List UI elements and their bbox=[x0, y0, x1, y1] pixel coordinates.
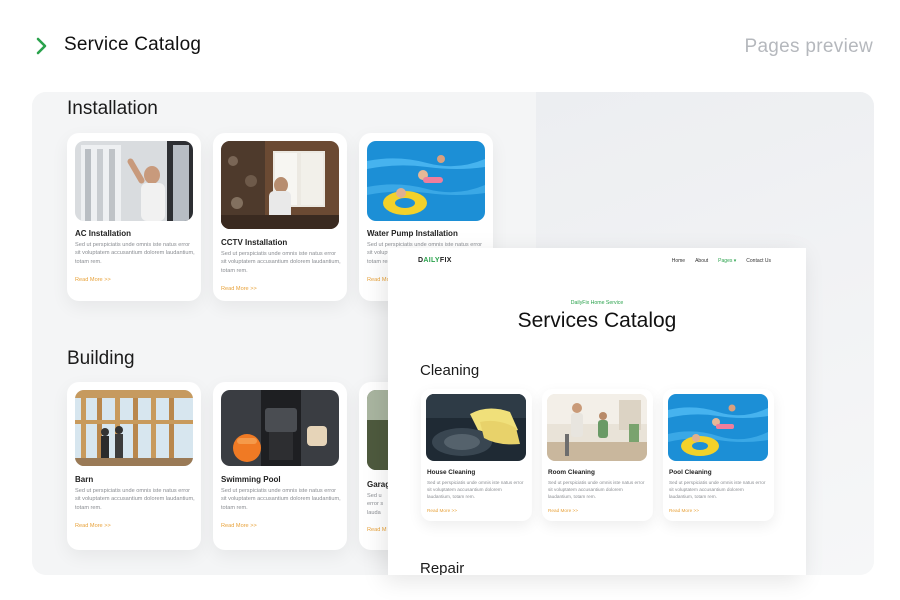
card-title: Room Cleaning bbox=[548, 469, 595, 476]
house-cleaning-photo bbox=[426, 394, 526, 461]
read-more-link[interactable]: Read More >> bbox=[221, 523, 257, 529]
card-description: Sed ut perspiciatis unde omnis iste natu… bbox=[75, 488, 195, 511]
service-card-house-cleaning[interactable]: House Cleaning Sed ut perspiciatis unde … bbox=[421, 389, 532, 521]
site-logo[interactable]: DAILYFIX bbox=[418, 257, 452, 264]
service-card-swimming-pool[interactable]: Swimming Pool Sed ut perspiciatis unde o… bbox=[213, 382, 347, 550]
service-card-barn[interactable]: Barn Sed ut perspiciatis unde omnis iste… bbox=[67, 382, 201, 550]
service-card-pool-cleaning[interactable]: Pool Cleaning Sed ut perspiciatis unde o… bbox=[663, 389, 774, 521]
pages-preview-label: Pages preview bbox=[744, 36, 873, 57]
card-description: Sed ut perspiciatis unde omnis iste natu… bbox=[75, 242, 195, 265]
card-title: Swimming Pool bbox=[221, 475, 281, 484]
chevron-down-icon: ▾ bbox=[733, 258, 737, 264]
read-more-link[interactable]: Read More >> bbox=[75, 277, 111, 283]
nav-contact-us[interactable]: Contact Us bbox=[746, 258, 771, 264]
card-title: CCTV Installation bbox=[221, 238, 288, 247]
section-heading-installation: Installation bbox=[67, 98, 158, 119]
card-description: Sed u error s lauda bbox=[367, 493, 384, 516]
read-more-link[interactable]: Read More >> bbox=[427, 508, 457, 513]
card-description: Sed ut perspiciatis unde omnis iste natu… bbox=[221, 251, 341, 274]
section-heading-repair: Repair bbox=[420, 560, 465, 575]
section-heading-cleaning: Cleaning bbox=[420, 362, 480, 379]
card-title: House Cleaning bbox=[427, 469, 476, 476]
card-description: Sed ut perspiciatis unde omnis iste natu… bbox=[427, 480, 524, 499]
card-title: Water Pump Installation bbox=[367, 229, 458, 238]
read-more-link[interactable]: Read More >> bbox=[75, 523, 111, 529]
read-more-link[interactable]: Read More >> bbox=[221, 286, 257, 292]
card-description: Sed ut perspiciatis unde omnis iste natu… bbox=[221, 488, 341, 511]
card-title: AC Installation bbox=[75, 229, 132, 238]
nav-home[interactable]: Home bbox=[672, 258, 685, 264]
cctv-installation-photo bbox=[221, 141, 339, 229]
card-description: Sed ut perspiciatis unde omnis iste natu… bbox=[548, 480, 645, 499]
site-nav: Home About Pages ▾ Contact Us bbox=[672, 258, 771, 264]
top-bar: Service Catalog Pages preview bbox=[0, 0, 900, 90]
barn-photo bbox=[75, 390, 193, 466]
service-card-ac-installation[interactable]: AC Installation Sed ut perspiciatis unde… bbox=[67, 133, 201, 301]
service-card-room-cleaning[interactable]: Room Cleaning Sed ut perspiciatis unde o… bbox=[542, 389, 653, 521]
read-more-link[interactable]: Read More >> bbox=[548, 508, 578, 513]
section-heading-building: Building bbox=[67, 348, 135, 369]
website-preview: DAILYFIX Home About Pages ▾ Contact Us D… bbox=[388, 248, 806, 575]
nav-about[interactable]: About bbox=[695, 258, 708, 264]
card-title: Barn bbox=[75, 475, 94, 484]
card-title: Garag bbox=[367, 480, 391, 489]
room-cleaning-photo bbox=[547, 394, 647, 461]
hero-eyebrow: DailyFix Home Service bbox=[570, 300, 624, 306]
read-more-link[interactable]: Read More >> bbox=[669, 508, 699, 513]
water-pump-installation-photo bbox=[367, 141, 485, 221]
card-title: Pool Cleaning bbox=[669, 469, 712, 476]
chevron-right-icon[interactable] bbox=[34, 36, 50, 56]
pool-cleaning-photo bbox=[668, 394, 768, 461]
page-title: Service Catalog bbox=[64, 34, 202, 55]
nav-pages[interactable]: Pages ▾ bbox=[718, 258, 736, 264]
swimming-pool-photo bbox=[221, 390, 339, 466]
read-more-link[interactable]: Read M bbox=[367, 527, 387, 533]
hero-title: Services Catalog bbox=[517, 309, 677, 332]
service-card-cctv-installation[interactable]: CCTV Installation Sed ut perspiciatis un… bbox=[213, 133, 347, 301]
card-description: Sed ut perspiciatis unde omnis iste natu… bbox=[669, 480, 766, 499]
ac-installation-photo bbox=[75, 141, 193, 221]
